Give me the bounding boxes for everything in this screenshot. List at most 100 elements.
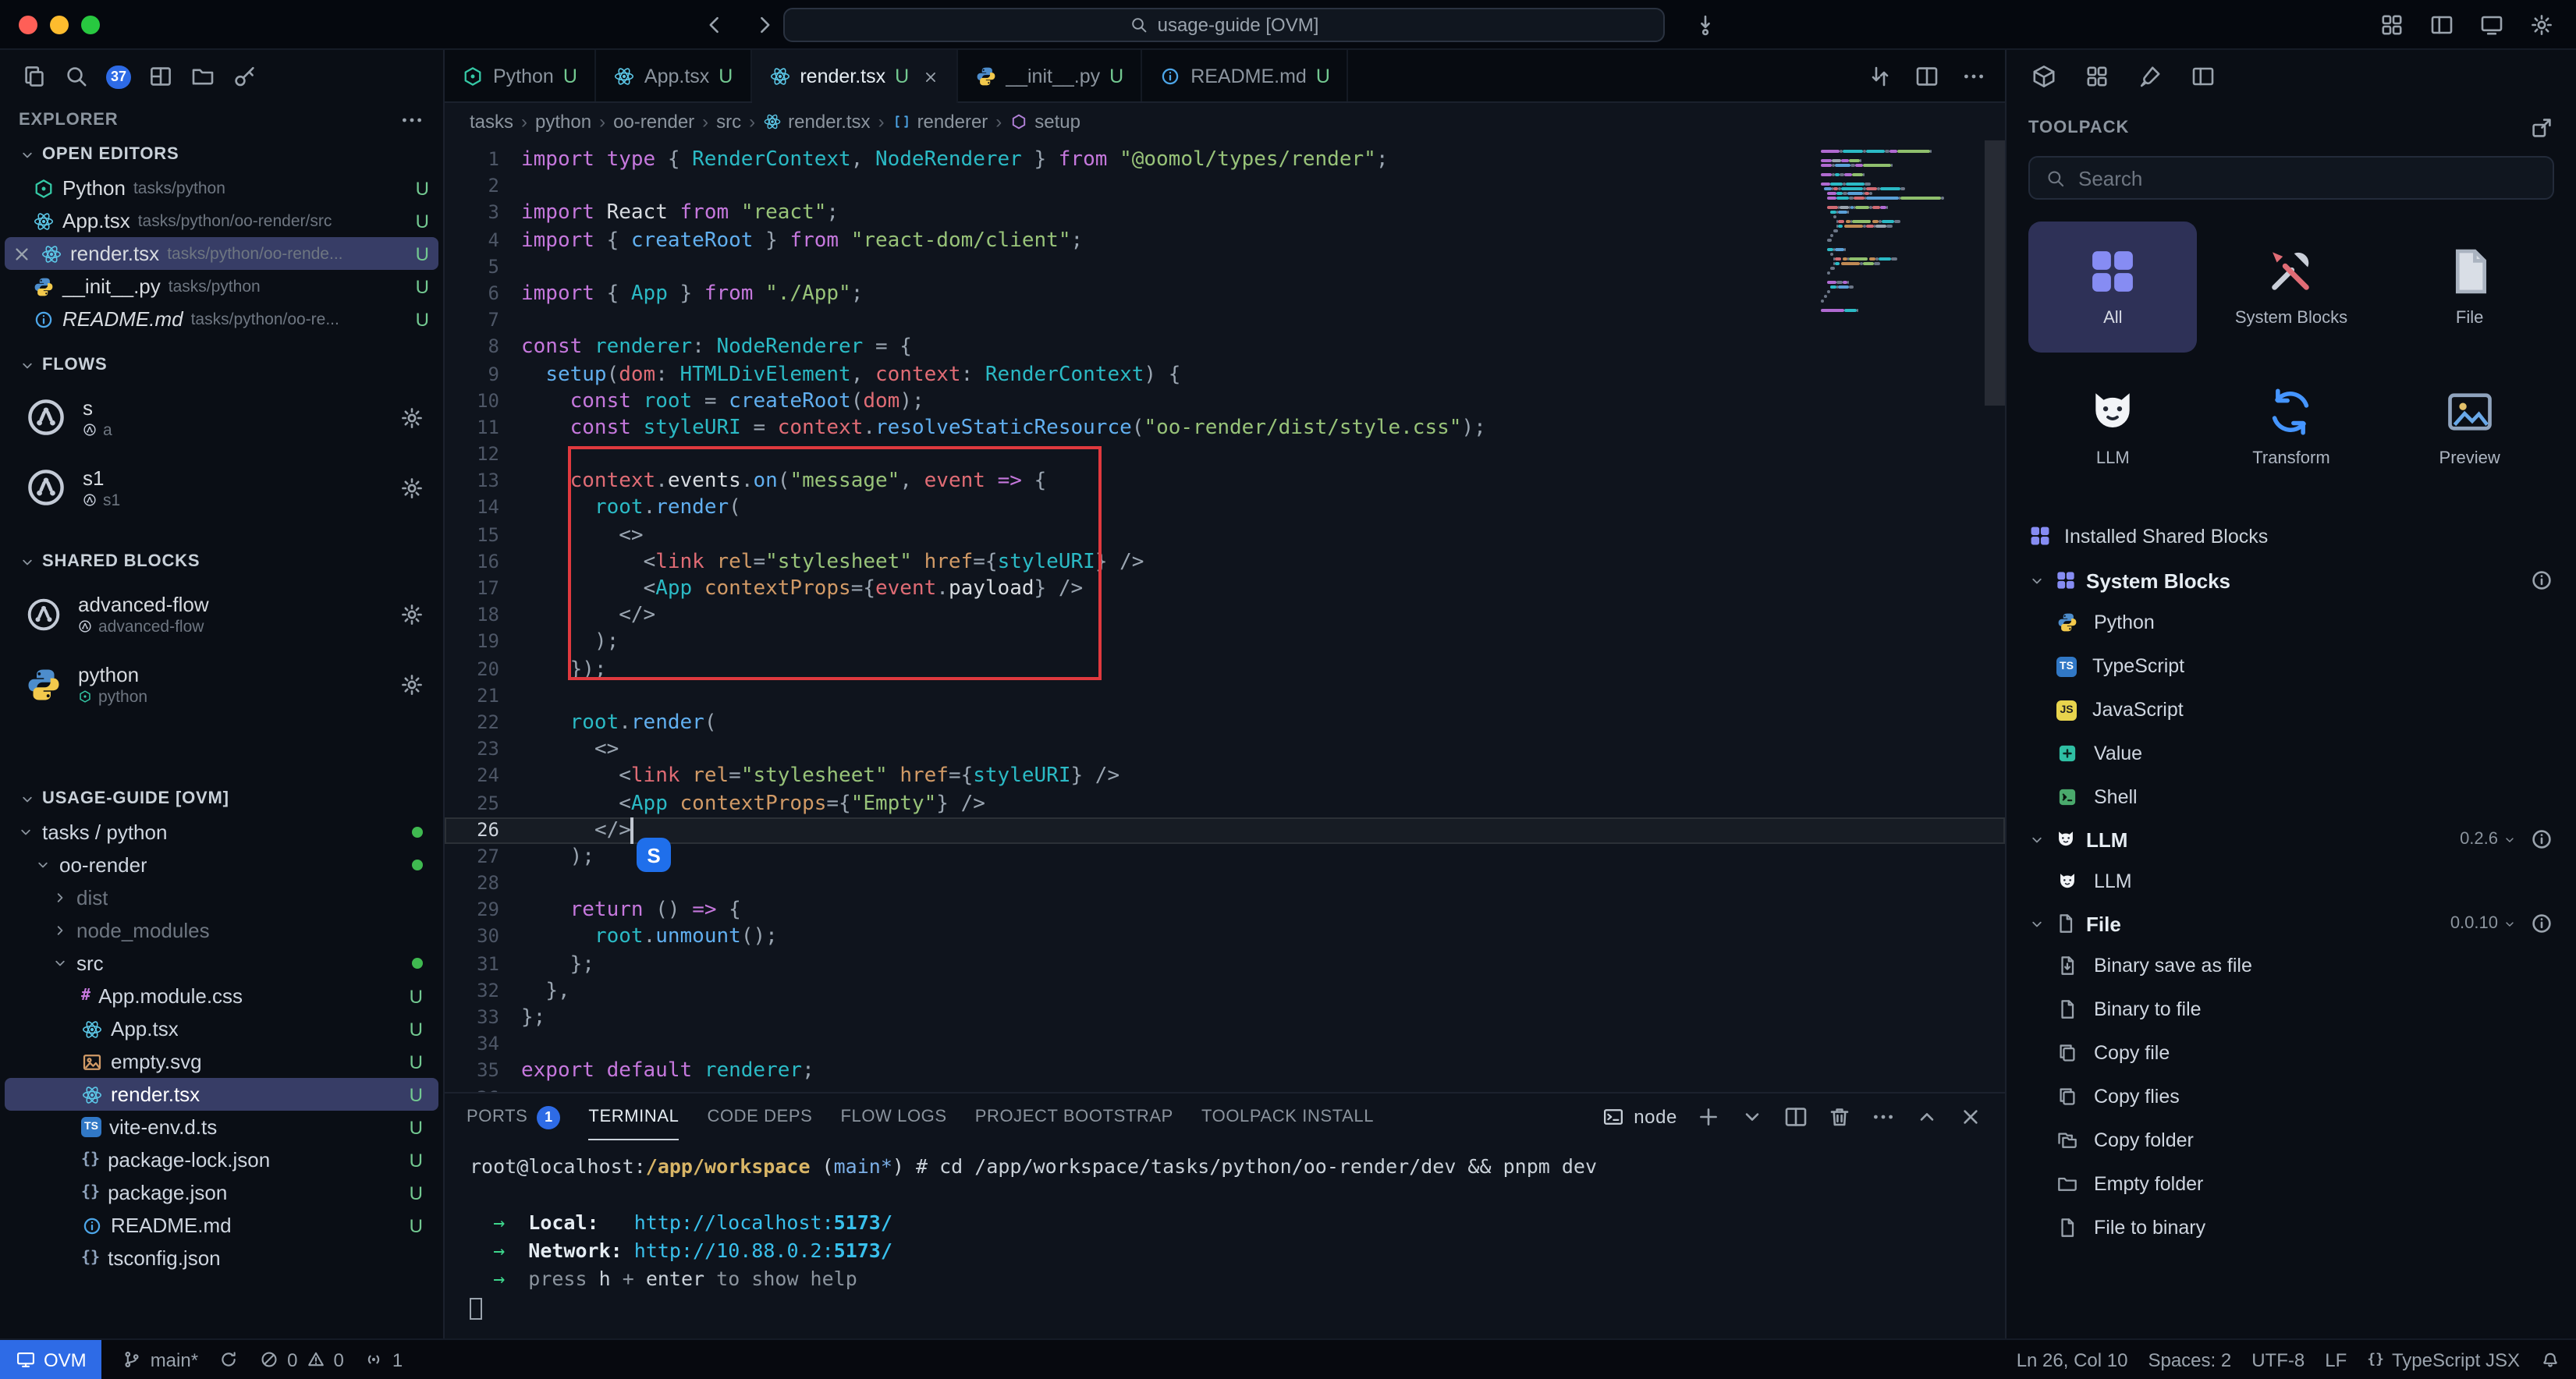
package-icon[interactable] <box>2031 64 2056 89</box>
code-line-13[interactable]: 13 context.events.on("message", event =>… <box>445 469 2005 495</box>
shared-block-python[interactable]: python python <box>0 649 443 719</box>
encoding[interactable]: UTF-8 <box>2251 1349 2305 1370</box>
gear-icon[interactable] <box>399 475 424 500</box>
code-line-32[interactable]: 32 }, <box>445 978 2005 1005</box>
code-line-18[interactable]: 18 </> <box>445 602 2005 629</box>
editor-scrollbar[interactable] <box>1985 140 2005 406</box>
tree-item-tsconfig-json[interactable]: {} tsconfig.json <box>5 1242 438 1274</box>
code-line-25[interactable]: 25 <App contextProps={"Empty"} /> <box>445 790 2005 817</box>
code-line-15[interactable]: 15 <> <box>445 522 2005 548</box>
tab-python[interactable]: Python U <box>445 50 596 101</box>
code-line-8[interactable]: 8 const renderer: NodeRenderer = { <box>445 335 2005 361</box>
tree-item-src[interactable]: src <box>5 947 438 980</box>
chevron-right-icon[interactable] <box>51 922 69 939</box>
tree-item-dist[interactable]: dist <box>5 881 438 914</box>
code-line-17[interactable]: 17 <App contextProps={event.payload} /> <box>445 576 2005 602</box>
chevron-down-icon[interactable] <box>17 824 34 841</box>
split-terminal-icon[interactable] <box>1783 1104 1808 1129</box>
block-item-javascript[interactable]: JS JavaScript <box>2007 688 2576 732</box>
block-item-copy-flies[interactable]: Copy flies <box>2007 1075 2576 1118</box>
flows-header[interactable]: FLOWS <box>0 348 443 382</box>
code-line-14[interactable]: 14 root.render( <box>445 495 2005 522</box>
remote-indicator[interactable]: OVM <box>0 1340 102 1379</box>
close-panel-icon[interactable] <box>1958 1104 1983 1129</box>
code-line-23[interactable]: 23 <> <box>445 736 2005 763</box>
open-editor-app-tsx[interactable]: App.tsx tasks/python/oo-render/src U <box>5 204 438 237</box>
breadcrumb-item-python[interactable]: python <box>535 111 591 133</box>
more-icon[interactable] <box>1871 1104 1896 1129</box>
info-icon[interactable] <box>2529 568 2554 593</box>
shared-block-advanced-flow[interactable]: advanced-flow advanced-flow <box>0 579 443 649</box>
code-line-24[interactable]: 24 <link rel="stylesheet" href={styleURI… <box>445 764 2005 790</box>
forward-icon[interactable] <box>752 12 777 37</box>
code-line-11[interactable]: 11 const styleURI = context.resolveStati… <box>445 415 2005 441</box>
terminal-cursor[interactable] <box>470 1297 482 1319</box>
project-header[interactable]: USAGE-GUIDE [OVM] <box>0 782 443 816</box>
gear-icon[interactable] <box>399 601 424 626</box>
code-line-10[interactable]: 10 const root = createRoot(dom); <box>445 388 2005 414</box>
brush-icon[interactable] <box>2138 64 2163 89</box>
panel-tab-code-deps[interactable]: CODE DEPS <box>707 1094 812 1140</box>
maximize-panel-icon[interactable] <box>1914 1104 1939 1129</box>
shell-dropdown-icon[interactable] <box>1740 1104 1765 1129</box>
close-icon[interactable] <box>11 241 33 266</box>
code-line-9[interactable]: 9 setup(dom: HTMLDivElement, context: Re… <box>445 361 2005 388</box>
chevron-right-icon[interactable] <box>51 889 69 906</box>
open-editor-python[interactable]: Python tasks/python U <box>5 172 438 204</box>
toolpack-card-preview[interactable]: Preview <box>2385 362 2554 493</box>
minimize-window-button[interactable] <box>50 15 69 34</box>
kill-terminal-icon[interactable] <box>1827 1104 1852 1129</box>
zoom-window-button[interactable] <box>81 15 100 34</box>
shell-selector[interactable]: node <box>1602 1106 1677 1128</box>
split-editor-icon[interactable] <box>1914 63 1939 88</box>
version-select[interactable]: 0.2.6 <box>2460 830 2517 849</box>
back-icon[interactable] <box>702 12 727 37</box>
open-editor-render-tsx[interactable]: render.tsx tasks/python/oo-rende... U <box>5 237 438 270</box>
code-line-26[interactable]: 26 </> <box>445 817 2005 843</box>
panel-tab-toolpack-install[interactable]: TOOLPACK INSTALL <box>1201 1094 1374 1140</box>
close-icon[interactable] <box>921 68 939 85</box>
panel-tab-flow-logs[interactable]: FLOW LOGS <box>840 1094 946 1140</box>
code-line-29[interactable]: 29 return () => { <box>445 898 2005 924</box>
new-terminal-icon[interactable] <box>1696 1104 1721 1129</box>
block-item-file-to-binary[interactable]: File to binary <box>2007 1206 2576 1250</box>
settings-gear-icon[interactable] <box>2529 12 2554 37</box>
code-editor[interactable]: 1 import type { RenderContext, NodeRende… <box>445 140 2005 1092</box>
chevron-down-icon[interactable] <box>51 955 69 972</box>
tree-item-package-lock-json[interactable]: {} package-lock.json U <box>5 1143 438 1176</box>
blocks-icon[interactable] <box>2085 64 2109 89</box>
tree-item-empty-svg[interactable]: empty.svg U <box>5 1045 438 1078</box>
code-line-19[interactable]: 19 ); <box>445 629 2005 656</box>
breadcrumb-item-oo-render[interactable]: oo-render <box>613 111 694 133</box>
key-icon[interactable] <box>232 64 257 89</box>
terminal[interactable]: root@localhost:/app/workspace (main*) # … <box>445 1140 2005 1338</box>
editor-layout-icon[interactable] <box>148 64 173 89</box>
flow-item-s[interactable]: s a <box>0 382 443 452</box>
panel-tab-project-bootstrap[interactable]: PROJECT BOOTSTRAP <box>975 1094 1173 1140</box>
code-line-2[interactable]: 2 <box>445 173 2005 200</box>
screen-icon[interactable] <box>2479 12 2504 37</box>
gear-icon[interactable] <box>399 672 424 697</box>
code-line-35[interactable]: 35 export default renderer; <box>445 1058 2005 1085</box>
cursor-position[interactable]: Ln 26, Col 10 <box>2017 1349 2128 1370</box>
code-line-36[interactable]: 36 <box>445 1085 2005 1092</box>
code-line-5[interactable]: 5 <box>445 254 2005 281</box>
notifications-bell-icon[interactable] <box>2540 1349 2560 1370</box>
tree-item-render-tsx[interactable]: render.tsx U <box>5 1078 438 1111</box>
breadcrumb-item-setup[interactable]: setup <box>1009 111 1080 133</box>
gear-icon[interactable] <box>399 405 424 430</box>
block-item-llm[interactable]: LLM <box>2007 860 2576 903</box>
toolpack-card-llm[interactable]: LLM <box>2028 362 2198 493</box>
tree-item-vite-env-d-ts[interactable]: TS vite-env.d.ts U <box>5 1111 438 1143</box>
code-line-21[interactable]: 21 <box>445 683 2005 710</box>
tree-item-app-module-css[interactable]: # App.module.css U <box>5 980 438 1012</box>
indentation[interactable]: Spaces: 2 <box>2148 1349 2231 1370</box>
compare-icon[interactable] <box>1868 63 1893 88</box>
block-item-empty-folder[interactable]: Empty folder <box>2007 1162 2576 1206</box>
tab-readme-md[interactable]: README.md U <box>1142 50 1349 101</box>
breadcrumb-item-renderer[interactable]: renderer <box>892 111 988 133</box>
sync-icon[interactable] <box>218 1349 239 1370</box>
more-icon[interactable] <box>1961 63 1986 88</box>
breadcrumb-item-src[interactable]: src <box>716 111 741 133</box>
tab-app-tsx[interactable]: App.tsx U <box>596 50 751 101</box>
